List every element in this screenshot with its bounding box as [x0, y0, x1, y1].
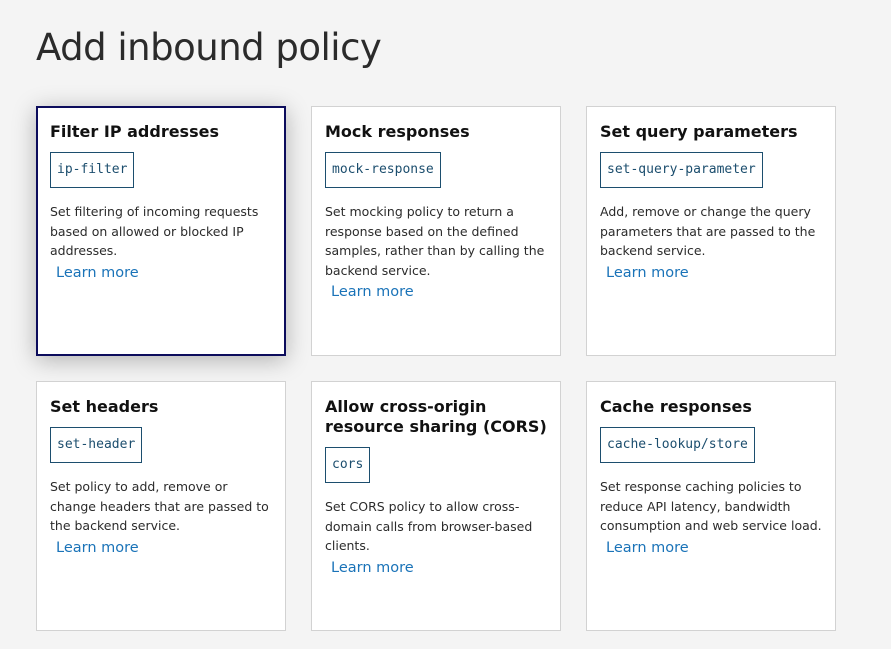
add-inbound-policy-page: Add inbound policy Filter IP addresses i…: [0, 0, 891, 649]
card-description: Set CORS policy to allow cross-domain ca…: [325, 499, 533, 553]
page-title: Add inbound policy: [36, 26, 382, 69]
card-description: Set response caching policies to reduce …: [600, 479, 822, 533]
policy-code-chip: cache-lookup/store: [600, 427, 755, 463]
card-description: Set mocking policy to return a response …: [325, 204, 545, 278]
policy-card-filter-ip[interactable]: Filter IP addresses ip-filter Set filter…: [36, 106, 286, 356]
learn-more-link[interactable]: Learn more: [56, 538, 139, 558]
policy-card-cors[interactable]: Allow cross-origin resource sharing (COR…: [311, 381, 561, 631]
learn-more-link[interactable]: Learn more: [606, 538, 689, 558]
learn-more-link[interactable]: Learn more: [606, 263, 689, 283]
card-title: Set headers: [50, 397, 159, 416]
policy-code-chip: set-header: [50, 427, 143, 463]
policy-card-cache-responses[interactable]: Cache responses cache-lookup/store Set r…: [586, 381, 836, 631]
policy-code-chip: cors: [325, 447, 371, 483]
policy-code-chip: set-query-parameter: [600, 152, 763, 188]
policy-card-grid: Filter IP addresses ip-filter Set filter…: [36, 106, 836, 631]
card-title: Allow cross-origin resource sharing (COR…: [325, 397, 547, 436]
card-title: Cache responses: [600, 397, 752, 416]
policy-code-chip: ip-filter: [50, 152, 135, 188]
learn-more-link[interactable]: Learn more: [331, 558, 414, 578]
card-description: Add, remove or change the query paramete…: [600, 204, 816, 258]
learn-more-link[interactable]: Learn more: [331, 282, 414, 302]
card-description: Set policy to add, remove or change head…: [50, 479, 269, 533]
policy-card-set-headers[interactable]: Set headers set-header Set policy to add…: [36, 381, 286, 631]
card-title: Mock responses: [325, 122, 470, 141]
learn-more-link[interactable]: Learn more: [56, 263, 139, 283]
policy-card-set-query-parameters[interactable]: Set query parameters set-query-parameter…: [586, 106, 836, 356]
card-title: Set query parameters: [600, 122, 798, 141]
card-title: Filter IP addresses: [50, 122, 219, 141]
policy-card-mock-responses[interactable]: Mock responses mock-response Set mocking…: [311, 106, 561, 356]
card-description: Set filtering of incoming requests based…: [50, 204, 259, 258]
policy-code-chip: mock-response: [325, 152, 441, 188]
